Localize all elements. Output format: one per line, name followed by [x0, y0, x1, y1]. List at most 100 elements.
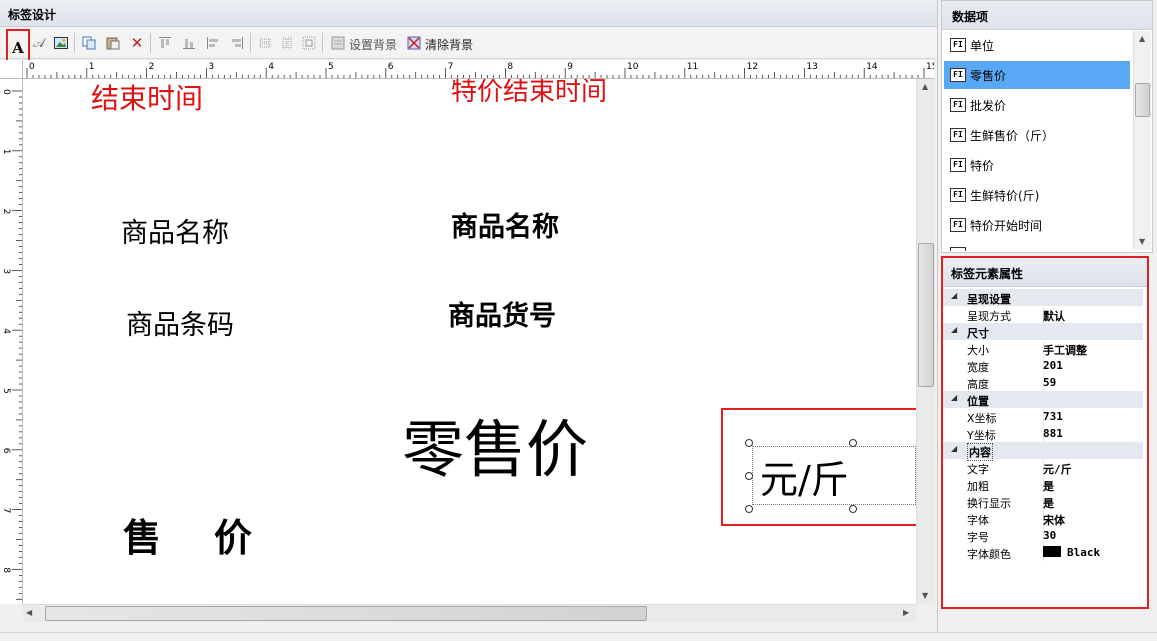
same-size-icon[interactable]: [300, 32, 318, 54]
property-row[interactable]: 加粗 是: [943, 476, 1143, 493]
ruler-vertical: 0 1 2 3 4 5 6 7 8: [0, 78, 23, 604]
data-item-label: 生鲜售价（斤）: [970, 128, 1055, 143]
canvas-horizontal-scrollbar[interactable]: ◀ ▶: [23, 604, 916, 622]
scroll-down-arrow[interactable]: ▼: [1139, 237, 1145, 246]
align-bottom-icon[interactable]: [180, 32, 198, 54]
same-height-icon[interactable]: [278, 32, 296, 54]
property-row[interactable]: 文字 元/斤: [943, 459, 1143, 476]
property-category[interactable]: ◢ 位置: [943, 391, 1143, 408]
highlight-box-selected-element: [721, 408, 916, 526]
data-item[interactable]: FI 生鲜特价(斤): [944, 181, 1130, 209]
collapse-triangle-icon[interactable]: ◢: [951, 325, 957, 334]
same-width-icon[interactable]: [256, 32, 274, 54]
text-style-icon[interactable]: 𝒜: [30, 32, 48, 54]
property-category[interactable]: ◢ 内容: [943, 442, 1143, 461]
ruler-label: 9: [567, 62, 573, 72]
property-value[interactable]: 是: [1043, 495, 1054, 511]
property-row[interactable]: 大小 手工调整: [943, 340, 1143, 357]
field-icon: FI: [950, 218, 966, 232]
property-name: 加粗: [967, 480, 989, 493]
property-category[interactable]: ◢ 尺寸: [943, 323, 1143, 340]
canvas-vertical-scrollbar[interactable]: ▲ ▼: [916, 79, 935, 604]
property-row[interactable]: 呈现方式 默认: [943, 306, 1143, 323]
data-item[interactable]: FI 零售价: [944, 61, 1130, 89]
label-element-product-name-field[interactable]: 商品名称: [451, 205, 559, 244]
property-name: Y坐标: [967, 429, 996, 442]
label-element-item-no-field[interactable]: 商品货号: [448, 294, 556, 333]
data-item[interactable]: FI 特价: [944, 151, 1130, 179]
property-row[interactable]: 换行显示 是: [943, 493, 1143, 510]
set-background-icon[interactable]: [330, 32, 346, 54]
property-row[interactable]: 高度 59: [943, 374, 1143, 391]
collapse-triangle-icon[interactable]: ◢: [951, 393, 957, 402]
property-value[interactable]: 881: [1043, 427, 1063, 440]
property-value[interactable]: 30: [1043, 529, 1056, 542]
property-value[interactable]: 是: [1043, 478, 1054, 494]
collapse-triangle-icon[interactable]: ◢: [951, 444, 957, 453]
paste-icon[interactable]: [104, 32, 122, 54]
property-value[interactable]: 元/斤: [1043, 461, 1072, 477]
horizontal-scroll-thumb[interactable]: [45, 606, 647, 621]
align-right-icon[interactable]: [228, 32, 246, 54]
property-row[interactable]: 字号 30: [943, 527, 1143, 544]
ruler-label: 5: [328, 62, 334, 72]
property-value[interactable]: 宋体: [1043, 512, 1065, 528]
data-item-label: 特价开始时间: [970, 218, 1043, 233]
image-icon[interactable]: [52, 32, 70, 54]
label-element-end-time[interactable]: 结束时间: [91, 79, 203, 117]
data-item[interactable]: FI 单位: [944, 31, 1130, 59]
data-items-scroll-thumb[interactable]: [1135, 83, 1150, 117]
align-top-icon[interactable]: [156, 32, 174, 54]
ruler-label: 15: [926, 62, 934, 72]
property-value[interactable]: 201: [1043, 359, 1063, 372]
property-name: 字号: [967, 531, 989, 544]
vertical-scroll-thumb[interactable]: [918, 243, 934, 387]
property-category[interactable]: ◢ 呈现设置: [943, 289, 1143, 306]
clear-background-button[interactable]: 清除背景: [425, 36, 473, 53]
label-canvas[interactable]: 结束时间 特价结束时间 商品名称 商品名称 商品条码 商品货号 零售价 售 价 …: [23, 79, 916, 604]
set-background-button[interactable]: 设置背景: [349, 36, 397, 53]
field-icon: FI: [950, 38, 966, 52]
copy-icon[interactable]: [80, 32, 98, 54]
clear-background-icon[interactable]: [406, 32, 422, 54]
data-item[interactable]: FI 特价开始时间: [944, 211, 1130, 239]
scroll-up-arrow[interactable]: ▲: [1139, 34, 1145, 43]
property-value[interactable]: 59: [1043, 376, 1056, 389]
property-row[interactable]: 字体颜色 Black: [943, 544, 1143, 561]
property-name: 大小: [967, 344, 989, 357]
align-left-icon[interactable]: [204, 32, 222, 54]
property-row[interactable]: 宽度 201: [943, 357, 1143, 374]
property-row[interactable]: 字体 宋体: [943, 510, 1143, 527]
ruler-label: 4: [268, 62, 274, 72]
data-item[interactable]: FI 批发价: [944, 91, 1130, 119]
ruler-label: 2: [1, 209, 11, 215]
property-row[interactable]: Y坐标 881: [943, 425, 1143, 442]
property-name: 呈现方式: [967, 310, 1011, 323]
property-value[interactable]: 731: [1043, 410, 1063, 423]
scroll-up-arrow[interactable]: ▲: [922, 82, 928, 91]
property-value[interactable]: 默认: [1043, 308, 1065, 324]
property-category-name: 尺寸: [967, 327, 989, 340]
property-value[interactable]: 手工调整: [1043, 342, 1087, 358]
field-icon: FI: [950, 158, 966, 172]
property-name: X坐标: [967, 412, 997, 425]
label-element-special-end-time[interactable]: 特价结束时间: [451, 79, 607, 108]
label-element-price-static[interactable]: 售 价: [123, 507, 252, 562]
delete-icon[interactable]: ✕: [128, 32, 146, 54]
property-value[interactable]: Black: [1043, 546, 1100, 559]
label-element-retail-price-field[interactable]: 零售价: [402, 399, 588, 489]
data-item[interactable]: FI 生鲜售价（斤）: [944, 121, 1130, 149]
label-element-product-name-static[interactable]: 商品名称: [121, 211, 229, 250]
scroll-down-arrow[interactable]: ▼: [922, 591, 928, 600]
data-items-panel: 数据项 FI 单位 FI 零售价 FI 批发价 FI 生鲜售价（斤） FI 特价 FI 生鲜特价(斤)…: [941, 0, 1153, 253]
toolbar-separator: [150, 33, 151, 53]
scroll-left-arrow[interactable]: ◀: [26, 608, 32, 617]
scroll-right-arrow[interactable]: ▶: [903, 608, 909, 617]
ruler-label: 0: [29, 62, 35, 72]
ruler-label: 1: [1, 149, 11, 155]
property-row[interactable]: X坐标 731: [943, 408, 1143, 425]
label-element-barcode-static[interactable]: 商品条码: [126, 303, 234, 342]
property-name: 宽度: [967, 361, 989, 374]
data-items-scrollbar[interactable]: ▲ ▼: [1133, 31, 1151, 250]
collapse-triangle-icon[interactable]: ◢: [951, 291, 957, 300]
